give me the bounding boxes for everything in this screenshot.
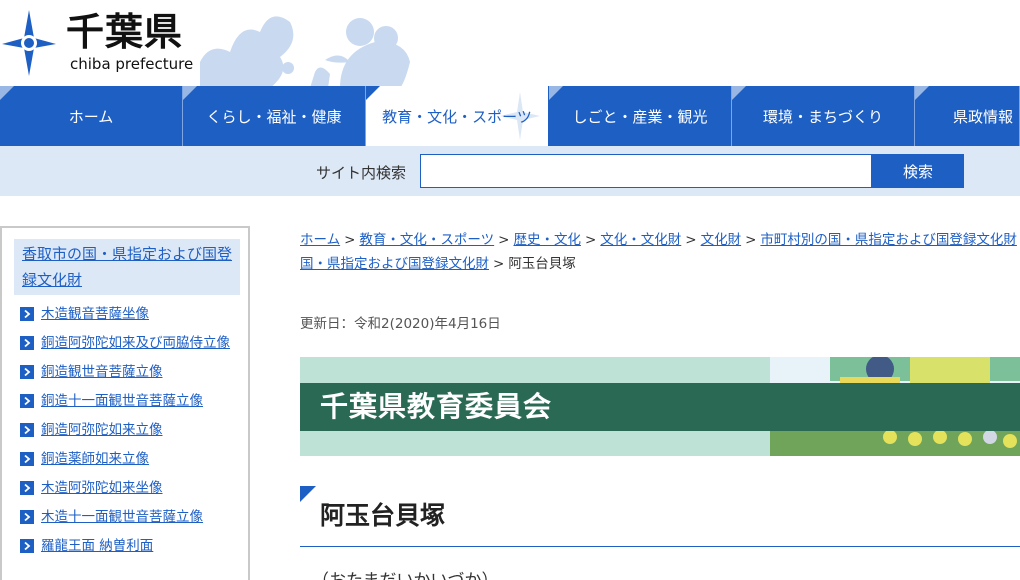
chevron-right-icon (20, 481, 34, 495)
breadcrumb-separator: > (498, 232, 510, 248)
page-title: 阿玉台貝塚 (320, 501, 446, 530)
heading-corner-mark (300, 486, 316, 502)
department-banner: 千葉県教育委員会 (300, 357, 1020, 456)
sidebar-item[interactable]: 銅造阿弥陀如来及び両脇侍立像 (20, 333, 242, 353)
breadcrumb-link[interactable]: 文化財 (701, 232, 742, 248)
sidebar-item[interactable]: 銅造十一面観世音菩薩立像 (20, 391, 242, 411)
banner-title: 千葉県教育委員会 (320, 390, 553, 423)
chevron-right-icon (20, 336, 34, 350)
sidebar-item-label: 木造観音菩薩坐像 (41, 306, 149, 322)
breadcrumb-separator: > (685, 232, 697, 248)
chiba-logo-icon[interactable] (0, 8, 58, 78)
breadcrumb-separator: > (584, 232, 597, 248)
sidebar-item-label: 木造十一面観世音菩薩立像 (41, 509, 203, 525)
chevron-right-icon (20, 307, 34, 321)
sidebar-item[interactable]: 羅龍王面 納曽利面 (20, 536, 242, 556)
breadcrumb-link[interactable]: 教育・文化・スポーツ (359, 232, 494, 248)
chevron-right-icon (20, 365, 34, 379)
sidebar-list: 木造観音菩薩坐像 銅造阿弥陀如来及び両脇侍立像 銅造観世音菩薩立像 銅造十一面観… (20, 304, 242, 565)
breadcrumb-link[interactable]: 市町村別の国・県指定および国登録文化財 (760, 232, 1017, 248)
logo-title[interactable]: 千葉県 (66, 10, 183, 54)
sidebar-item-label: 銅造観世音菩薩立像 (41, 364, 163, 380)
nav-item-home[interactable]: ホーム (0, 86, 183, 146)
chevron-right-icon (20, 539, 34, 553)
nav-item-environment[interactable]: 環境・まちづくり (732, 86, 915, 146)
nav-item-label: しごと・産業・観光 (572, 107, 708, 126)
sidebar-item[interactable]: 木造観音菩薩坐像 (20, 304, 242, 324)
chevron-right-icon (20, 394, 34, 408)
nav-item-label: 教育・文化・スポーツ (382, 107, 532, 126)
sidebar-item-label: 羅龍王面 納曽利面 (41, 538, 154, 554)
global-nav: ホーム くらし・福祉・健康 教育・文化・スポーツ しごと・産業・観光 環境・まち… (0, 86, 1020, 146)
search-label: サイト内検索 (316, 164, 407, 182)
logo-subtitle: chiba prefecture (70, 55, 194, 73)
breadcrumb: ホーム > 教育・文化・スポーツ > 歴史・文化 > 文化・文化財 > 文化財 > 市町村別の国・県… (300, 228, 1020, 276)
chevron-right-icon (20, 423, 34, 437)
sidebar: 香取市の国・県指定および国登録文化財 木造観音菩薩坐像 銅造阿弥陀如来及び両脇侍… (0, 226, 250, 580)
nav-item-label: 環境・まちづくり (762, 107, 883, 126)
breadcrumb-link[interactable]: 歴史・文化 (513, 232, 581, 248)
heading-divider (300, 546, 1020, 547)
sidebar-title-link[interactable]: 香取市の国・県指定および国登録文化財 (14, 239, 240, 295)
sidebar-item-label: 銅造阿弥陀如来及び両脇侍立像 (41, 335, 230, 351)
nav-item-education[interactable]: 教育・文化・スポーツ (366, 86, 549, 146)
breadcrumb-separator: > (344, 232, 356, 248)
nav-item-label: 県政情報 (952, 107, 1013, 126)
breadcrumb-link[interactable]: 国・県指定および国登録文化財 (300, 256, 489, 272)
search-button[interactable]: 検索 (872, 154, 964, 188)
search-input[interactable] (420, 154, 872, 188)
updated-date: 更新日：令和2(2020)年4月16日 (300, 316, 501, 332)
site-header: 千葉県 chiba prefecture (0, 0, 1020, 88)
breadcrumb-link[interactable]: ホーム (300, 232, 340, 248)
page-title-reading: （おたまだいかいづか） (312, 566, 499, 580)
sidebar-item[interactable]: 銅造阿弥陀如来立像 (20, 420, 242, 440)
chevron-right-icon (20, 452, 34, 466)
sidebar-item[interactable]: 銅造観世音菩薩立像 (20, 362, 242, 382)
chevron-right-icon (20, 510, 34, 524)
breadcrumb-current: 阿玉台貝塚 (508, 256, 576, 272)
nav-item-living[interactable]: くらし・福祉・健康 (183, 86, 366, 146)
breadcrumb-separator: > (745, 232, 757, 248)
breadcrumb-separator: > (493, 256, 505, 272)
sidebar-item[interactable]: 木造十一面観世音菩薩立像 (20, 507, 242, 527)
sidebar-item-label: 銅造薬師如来立像 (41, 451, 149, 467)
nav-item-work[interactable]: しごと・産業・観光 (549, 86, 732, 146)
breadcrumb-link[interactable]: 文化・文化財 (600, 232, 681, 248)
sidebar-item[interactable]: 木造阿弥陀如来坐像 (20, 478, 242, 498)
header-decoration-icon (200, 16, 410, 88)
sidebar-item[interactable]: 銅造薬師如来立像 (20, 449, 242, 469)
nav-item-government[interactable]: 県政情報 (915, 86, 1020, 146)
sidebar-item-label: 銅造阿弥陀如来立像 (41, 422, 163, 438)
search-bar: サイト内検索 検索 (0, 146, 1020, 196)
nav-item-label: ホーム (68, 107, 114, 126)
sidebar-item-label: 木造阿弥陀如来坐像 (41, 480, 163, 496)
sidebar-item-label: 銅造十一面観世音菩薩立像 (41, 393, 203, 409)
nav-item-label: くらし・福祉・健康 (206, 107, 342, 126)
